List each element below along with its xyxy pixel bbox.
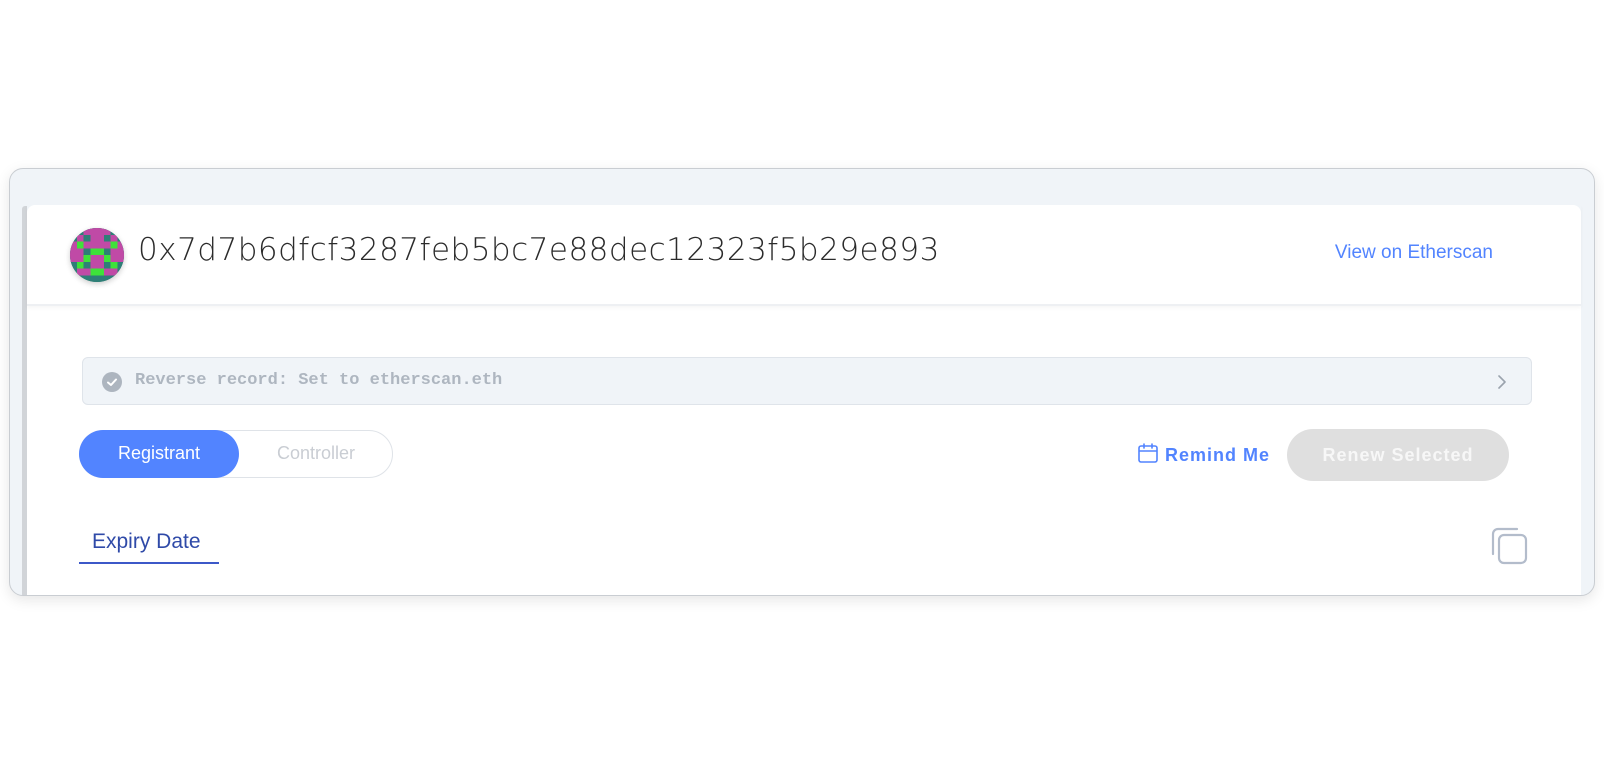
tab-expiry-date-label: Expiry Date [92, 530, 201, 553]
address-card: 0x7d7b6dfcf3287feb5bc7e88dec12323f5b29e8… [27, 205, 1581, 595]
remind-me-label: Remind Me [1165, 444, 1271, 465]
reverse-record-text: Reverse record: Set to etherscan.eth [135, 371, 503, 390]
renew-selected-button[interactable]: Renew Selected [1287, 429, 1509, 481]
toggle-registrant[interactable]: Registrant [79, 430, 239, 478]
address-header: 0x7d7b6dfcf3287feb5bc7e88dec12323f5b29e8… [27, 205, 1581, 306]
avatar-icon [70, 228, 124, 282]
chevron-right-icon [1495, 374, 1509, 390]
toggle-controller[interactable]: Controller [240, 430, 392, 478]
copy-icon[interactable] [1489, 526, 1529, 566]
role-toggle: Registrant Controller [79, 430, 393, 478]
view-on-etherscan-link[interactable]: View on Etherscan [1335, 242, 1493, 264]
account-address: 0x7d7b6dfcf3287feb5bc7e88dec12323f5b29e8… [138, 232, 940, 268]
calendar-icon [1137, 442, 1159, 469]
reverse-record-banner[interactable]: Reverse record: Set to etherscan.eth [82, 357, 1532, 405]
remind-me-button[interactable]: Remind Me [1137, 441, 1270, 469]
check-circle-icon [102, 372, 122, 392]
tab-expiry-date[interactable]: Expiry Date [79, 530, 219, 564]
app-window: 0x7d7b6dfcf3287feb5bc7e88dec12323f5b29e8… [9, 168, 1595, 596]
